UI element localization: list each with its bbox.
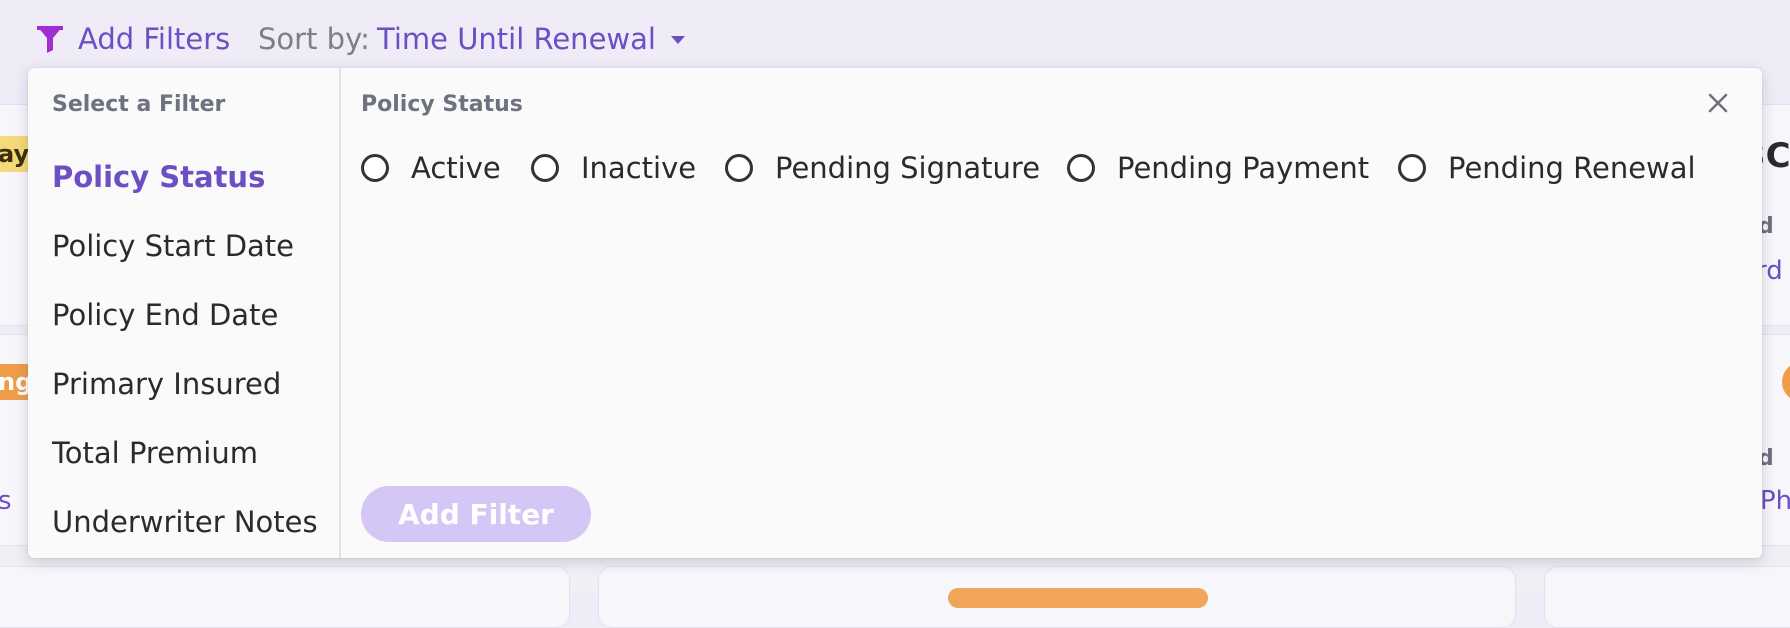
background-link-left: s: [0, 486, 12, 516]
radio-label: Inactive: [581, 151, 697, 185]
radio-button[interactable]: [531, 154, 559, 182]
radio-option-active[interactable]: Active: [361, 148, 501, 188]
close-icon: [1707, 92, 1729, 118]
radio-label: Pending Signature: [775, 151, 1041, 185]
filter-funnel-icon: [34, 23, 66, 55]
background-card-bottom-1: [0, 566, 570, 628]
background-orange-tab: [948, 588, 1208, 608]
filter-options-panel: Policy Status Active Inactive Pending Si…: [341, 68, 1762, 558]
add-filters-label: Add Filters: [78, 22, 231, 56]
sidebar-item-underwriter-notes[interactable]: Underwriter Notes: [52, 505, 318, 539]
sidebar-item-total-premium[interactable]: Total Premium: [52, 436, 258, 470]
background-card-bottom-3: [1544, 566, 1790, 628]
toolbar: Add Filters Sort by: Time Until Renewal: [0, 0, 1790, 76]
sidebar-item-primary-insured[interactable]: Primary Insured: [52, 367, 281, 401]
radio-button[interactable]: [725, 154, 753, 182]
radio-label: Active: [411, 151, 501, 185]
sidebar-item-policy-end-date[interactable]: Policy End Date: [52, 298, 278, 332]
radio-label: Pending Payment: [1117, 151, 1370, 185]
filter-panel-heading: Policy Status: [361, 92, 523, 117]
add-filter-button[interactable]: Add Filter: [361, 486, 591, 542]
filter-popover: Select a Filter Policy Status Policy Sta…: [28, 68, 1762, 558]
radio-button[interactable]: [1067, 154, 1095, 182]
radio-button[interactable]: [361, 154, 389, 182]
radio-option-inactive[interactable]: Inactive: [531, 148, 696, 188]
background-link-right-2: Ph: [1760, 486, 1790, 516]
add-filters-button[interactable]: Add Filters: [34, 20, 230, 58]
radio-label: Pending Renewal: [1448, 151, 1696, 185]
radio-option-pending-payment[interactable]: Pending Payment: [1067, 148, 1369, 188]
sort-by-value: Time Until Renewal: [377, 22, 656, 56]
filter-category-sidebar: Select a Filter Policy Status Policy Sta…: [28, 68, 341, 558]
radio-option-pending-renewal[interactable]: Pending Renewal: [1398, 148, 1696, 188]
close-button[interactable]: [1703, 90, 1733, 120]
radio-option-pending-signature[interactable]: Pending Signature: [725, 148, 1040, 188]
sidebar-item-policy-start-date[interactable]: Policy Start Date: [52, 229, 294, 263]
caret-down-icon: [670, 30, 686, 49]
sort-by-dropdown[interactable]: Time Until Renewal: [377, 20, 686, 58]
sort-by-label: Sort by:: [258, 22, 370, 56]
sidebar-heading: Select a Filter: [52, 92, 226, 117]
radio-button[interactable]: [1398, 154, 1426, 182]
sidebar-item-policy-status[interactable]: Policy Status: [52, 160, 265, 194]
